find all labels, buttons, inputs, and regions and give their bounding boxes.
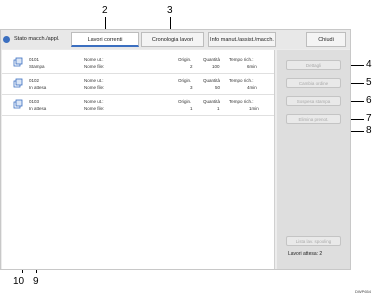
time-value: 6min (247, 64, 257, 69)
callout-7: 7 (366, 113, 372, 124)
copy-job-icon (13, 78, 23, 88)
callout-6: 6 (366, 95, 372, 106)
delete-reservation-button[interactable]: Elimina prenot. (286, 114, 341, 124)
time-label: Tempo rich.: (229, 78, 254, 83)
time-label: Tempo rich.: (229, 99, 254, 104)
quantity-value: 100 (212, 64, 220, 69)
job-status: Stampa (29, 64, 45, 69)
tab-current-jobs[interactable]: Lavori correnti (71, 32, 139, 47)
file-name-label: Nome file: (84, 64, 105, 69)
user-name-label: Nome ut.: (84, 78, 104, 83)
callout-3: 3 (167, 5, 173, 16)
user-name-label: Nome ut.: (84, 57, 104, 62)
user-name-label: Nome ut.: (84, 99, 104, 104)
job-id: 0101 (29, 57, 40, 62)
callout-9: 9 (33, 276, 39, 287)
originals-value: 1 (190, 106, 193, 111)
time-value: 1min (249, 106, 259, 111)
callout-10: 10 (13, 276, 25, 287)
originals-label: Origin. (178, 99, 192, 104)
time-value: 4min (247, 85, 257, 90)
originals-value: 3 (190, 85, 193, 90)
waiting-jobs-count: Lavori attesa: 2 (288, 251, 323, 257)
callout-5: 5 (366, 77, 372, 88)
job-row[interactable]: 0101 Stampa Nome ut.: Nome file: Origin.… (2, 54, 274, 74)
copy-job-icon (13, 99, 23, 109)
details-button[interactable]: Dettagli (286, 60, 341, 70)
tab-maintenance-info[interactable]: Info manut./assist./macch. (208, 32, 276, 47)
job-status: In attesa (29, 106, 47, 111)
callout-8: 8 (366, 125, 372, 136)
change-order-button[interactable]: Cambia ordine (286, 78, 341, 88)
tab-job-history[interactable]: Cronologia lavori (141, 32, 204, 47)
info-icon (3, 36, 10, 43)
spooling-list-button[interactable]: Lista lav. spooling (286, 236, 341, 246)
tab-status-label: Stato macch./appl. (14, 36, 60, 42)
close-button[interactable]: Chiudi (306, 32, 346, 47)
originals-label: Origin. (178, 78, 192, 83)
job-status: In attesa (29, 85, 47, 90)
job-list: 0101 Stampa Nome ut.: Nome file: Origin.… (2, 50, 275, 269)
job-list-screen: Stato macch./appl. Lavori correnti Crono… (0, 29, 351, 270)
quantity-value: 1 (217, 106, 220, 111)
figure-code: DWP654 (354, 289, 371, 294)
originals-value: 2 (190, 64, 193, 69)
quantity-label: Quantità (203, 99, 221, 104)
callout-2: 2 (102, 5, 108, 16)
tab-bar: Stato macch./appl. Lavori correnti Crono… (1, 30, 350, 49)
job-row[interactable]: 0103 In attesa Nome ut.: Nome file: Orig… (2, 96, 274, 116)
job-id: 0102 (29, 78, 40, 83)
job-actions-panel: Dettagli Cambia ordine Sospesa stampa El… (277, 50, 350, 269)
quantity-value: 50 (215, 85, 221, 90)
quantity-label: Quantità (203, 78, 221, 83)
originals-label: Origin. (178, 57, 192, 62)
tab-status[interactable]: Stato macch./appl. (1, 32, 67, 47)
suspend-print-button[interactable]: Sospesa stampa (286, 96, 341, 106)
time-label: Tempo rich.: (229, 57, 254, 62)
callout-4: 4 (366, 59, 372, 70)
file-name-label: Nome file: (84, 106, 105, 111)
quantity-label: Quantità (203, 57, 221, 62)
job-row[interactable]: 0102 In attesa Nome ut.: Nome file: Orig… (2, 75, 274, 95)
file-name-label: Nome file: (84, 85, 105, 90)
copy-job-icon (13, 57, 23, 67)
job-id: 0103 (29, 99, 40, 104)
